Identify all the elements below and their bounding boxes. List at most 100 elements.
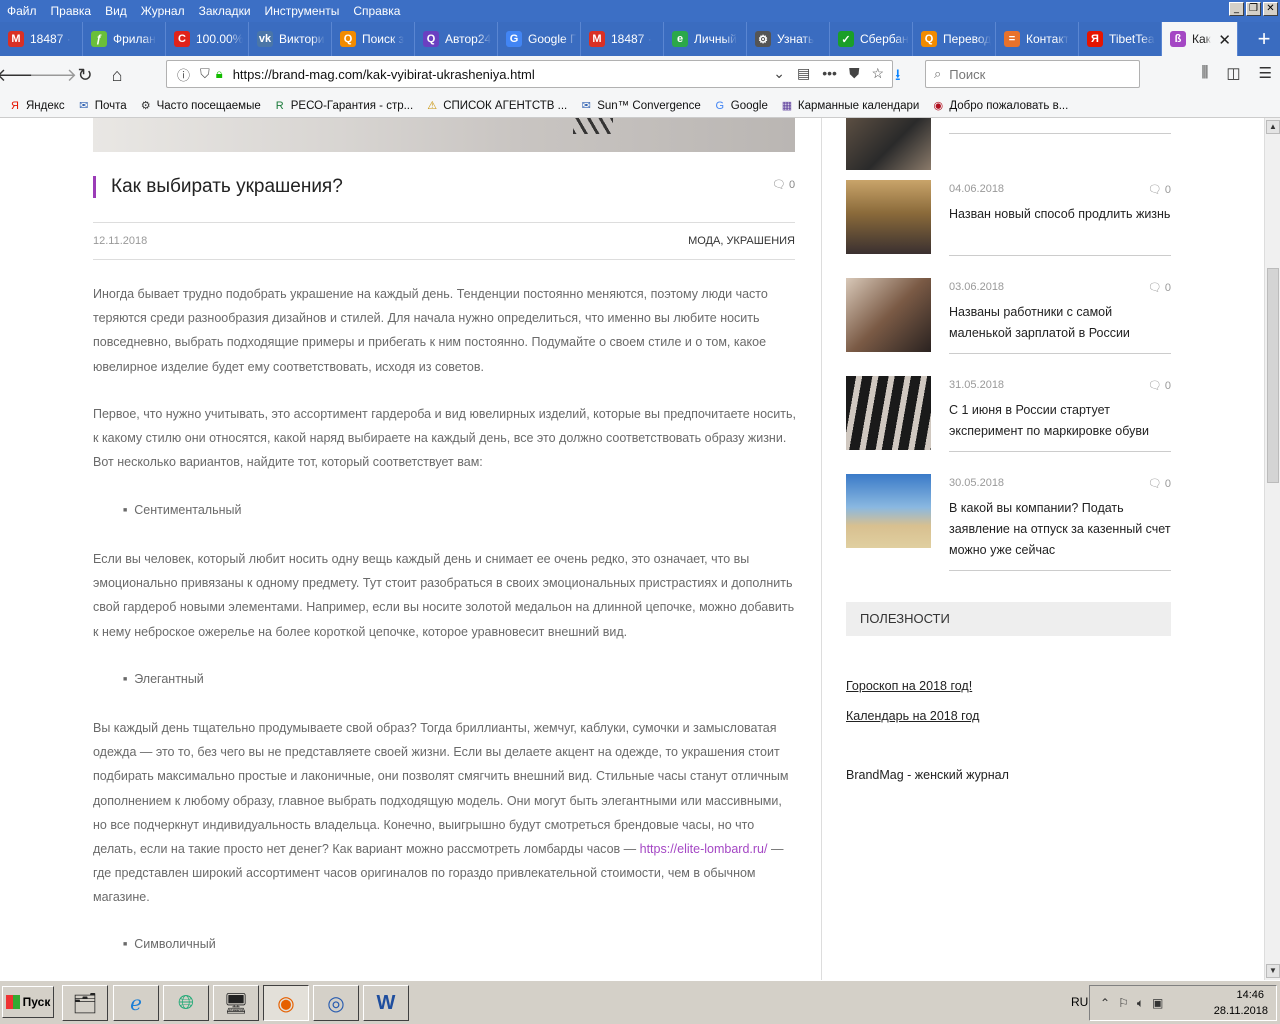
explorer-taskbar-button[interactable]: 🗂︎: [62, 985, 108, 1021]
bookmark-item[interactable]: ⚠ СПИСОК АГЕНТСТВ ...: [425, 99, 567, 113]
network-icon[interactable]: ▣: [1152, 996, 1163, 1011]
bookmark-label: Добро пожаловать в...: [949, 99, 1069, 112]
bookmark-item[interactable]: ✉ Почта: [77, 99, 127, 113]
home-button[interactable]: ⌂: [102, 60, 132, 90]
browser-tab[interactable]: ⚙ Узнать: [747, 22, 830, 56]
thunderbird-taskbar-button[interactable]: ◎: [313, 985, 359, 1021]
url-bar[interactable]: ⓘ ⛉ 🔒︎ https://brand-mag.com/kak-vyibira…: [166, 60, 893, 88]
news-comment-count[interactable]: 🗨︎ 0: [1148, 477, 1171, 490]
news-item[interactable]: 03.06.2018 🗨︎ 0 Названы работники с самой …: [846, 278, 1171, 378]
close-window-button[interactable]: ✕: [1263, 2, 1278, 16]
browser-tab[interactable]: e Личный: [664, 22, 747, 56]
comment-icon: 🗨︎: [1147, 380, 1165, 392]
bookmark-item[interactable]: G Google: [713, 99, 768, 113]
bookmark-item[interactable]: ◉ Добро пожаловать в...: [931, 99, 1069, 113]
menu-view[interactable]: Вид: [98, 4, 134, 18]
new-tab-button[interactable]: +: [1248, 22, 1280, 56]
close-tab-icon[interactable]: ✕: [1218, 31, 1231, 49]
news-item[interactable]: 30.05.2018 🗨︎ 0 В какой вы компании? Подат…: [846, 474, 1171, 574]
news-item[interactable]: 31.05.2018 🗨︎ 0 С 1 июня в России стартует…: [846, 376, 1171, 476]
ie-taskbar-button[interactable]: ℯ: [113, 985, 159, 1021]
bookmark-star-icon[interactable]: ☆: [871, 65, 884, 82]
bookmark-item[interactable]: ⚙ Часто посещаемые: [139, 99, 261, 113]
minimize-button[interactable]: _: [1229, 2, 1244, 16]
menu-help[interactable]: Справка: [346, 4, 407, 18]
browser-tab[interactable]: G Google Г: [498, 22, 581, 56]
bookmark-item[interactable]: R РЕСО-Гарантия - стр...: [273, 99, 413, 113]
tab-label: 100.00%: [196, 32, 244, 46]
news-comment-count[interactable]: 🗨︎ 0: [1148, 281, 1171, 294]
bookmark-item[interactable]: ✉ Sun™ Convergence: [579, 99, 701, 113]
scroll-down-button[interactable]: ▼: [1266, 964, 1280, 978]
clock-date[interactable]: 28.11.2018: [1214, 1005, 1268, 1017]
browser-tab[interactable]: Q Поиск з: [332, 22, 415, 56]
pocket-icon[interactable]: ⛊: [849, 65, 860, 82]
firefox-taskbar-button[interactable]: ◉: [263, 985, 309, 1021]
scrollbar-thumb[interactable]: [1267, 268, 1279, 483]
browser-tab[interactable]: ƒ Фрилан: [83, 22, 166, 56]
menu-file[interactable]: Файл: [0, 4, 44, 18]
elite-lombard-link[interactable]: https://elite-lombard.ru/: [640, 842, 768, 856]
menu-bookmarks[interactable]: Закладки: [192, 4, 258, 18]
sidebar-toggle-icon[interactable]: ◫: [1226, 64, 1240, 82]
lock-icon[interactable]: 🔒︎: [216, 66, 223, 82]
info-icon[interactable]: ⓘ: [177, 65, 190, 84]
browser-tab[interactable]: Q Перевод: [913, 22, 996, 56]
browser-tab[interactable]: M 18487 ·: [0, 22, 83, 56]
restore-button[interactable]: ❐: [1246, 2, 1261, 16]
comment-count[interactable]: 🗨︎ 0: [772, 178, 795, 191]
news-item[interactable]: 04.06.2018 🗨︎ 0 Назван новый способ продли…: [846, 180, 1171, 280]
url-text[interactable]: https://brand-mag.com/kak-vyibirat-ukras…: [233, 67, 535, 82]
calendar-link[interactable]: Календарь на 2018 год: [846, 709, 979, 723]
search-input[interactable]: ⌕ Поиск: [925, 60, 1140, 88]
news-comment-count[interactable]: 🗨︎ 0: [1148, 379, 1171, 392]
flag-icon[interactable]: ⚐: [1118, 996, 1129, 1011]
tracking-shield-icon[interactable]: ⛉: [200, 66, 210, 82]
wallet-thumb[interactable]: [846, 278, 931, 352]
news-title[interactable]: В какой вы компании? Подать заявление на…: [949, 498, 1171, 561]
library-icon[interactable]: ⫼: [1201, 64, 1208, 82]
language-indicator[interactable]: RU: [1071, 995, 1088, 1009]
runner-thumb[interactable]: [846, 180, 931, 254]
news-comment-count[interactable]: 🗨︎ 0: [1148, 183, 1171, 196]
news-title[interactable]: Назван новый способ продлить жизнь: [949, 204, 1171, 225]
bookmark-item[interactable]: ▦ Карманные календари: [780, 99, 920, 113]
menu-edit[interactable]: Правка: [44, 4, 99, 18]
yandex-icon: Я: [11, 99, 19, 112]
article-categories[interactable]: МОДА, УКРАШЕНИЯ: [688, 235, 795, 247]
hamburger-menu-icon[interactable]: ☰: [1259, 64, 1272, 82]
more-actions-icon[interactable]: •••: [822, 65, 837, 82]
news-title[interactable]: Названы работники с самой маленькой зарп…: [949, 302, 1171, 344]
menu-history[interactable]: Журнал: [134, 4, 192, 18]
browser-tab[interactable]: M 18487 ·: [581, 22, 664, 56]
start-button[interactable]: Пуск: [2, 986, 54, 1018]
horoscope-link[interactable]: Гороскоп на 2018 год!: [846, 679, 972, 693]
bookmark-item[interactable]: Я Яндекс: [8, 99, 65, 113]
menu-tools[interactable]: Инструменты: [258, 4, 347, 18]
forward-button[interactable]: 🡒: [29, 60, 77, 90]
network-taskbar-button[interactable]: 🌐︎: [163, 985, 209, 1021]
browser-tab[interactable]: = Контакт: [996, 22, 1079, 56]
browser-tab[interactable]: Q Автор24: [415, 22, 498, 56]
beach-thumb[interactable]: [846, 474, 931, 548]
news-title[interactable]: С 1 июня в России стартует эксперимент п…: [949, 400, 1171, 442]
browser-tab[interactable]: Я TibetTea: [1079, 22, 1162, 56]
page-scrollbar[interactable]: ▲ ▼: [1264, 118, 1280, 980]
word-taskbar-button[interactable]: W: [363, 985, 409, 1021]
scroll-up-button[interactable]: ▲: [1266, 120, 1280, 134]
reload-button[interactable]: ↻: [70, 60, 100, 90]
browser-tab[interactable]: ✓ Сбербан: [830, 22, 913, 56]
clock-time[interactable]: 14:46: [1236, 989, 1264, 1001]
browser-tab[interactable]: C 100.00%: [166, 22, 249, 56]
news-title[interactable]: шпионажа: [949, 118, 1171, 123]
reader-view-icon[interactable]: ▤: [797, 65, 810, 82]
watch-thumb[interactable]: [846, 118, 931, 170]
volume-icon[interactable]: 🔈︎: [1137, 996, 1144, 1011]
remote-taskbar-button[interactable]: 🖥︎: [213, 985, 259, 1021]
browser-tab[interactable]: ß Как ✕: [1162, 22, 1238, 56]
expand-tray-icon[interactable]: ⌃: [1100, 996, 1110, 1011]
chevron-down-icon[interactable]: ⌄: [773, 65, 785, 82]
download-icon[interactable]: ⭳: [895, 64, 901, 91]
browser-tab[interactable]: vk Виктори: [249, 22, 332, 56]
shoes-thumb[interactable]: [846, 376, 931, 450]
